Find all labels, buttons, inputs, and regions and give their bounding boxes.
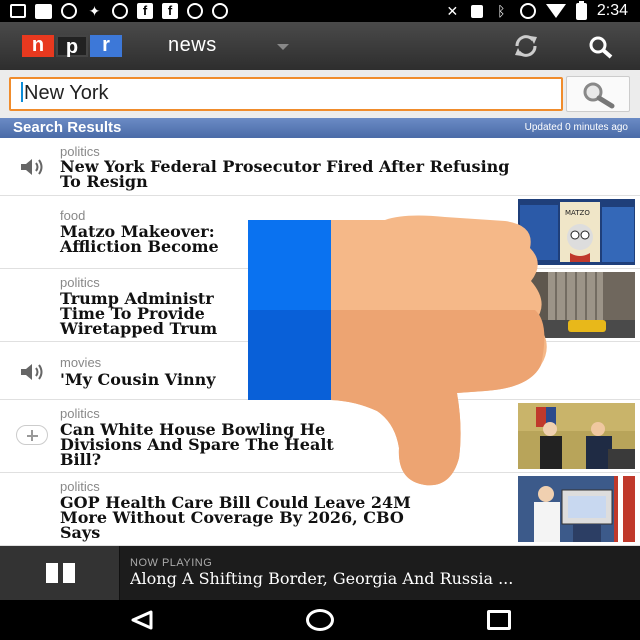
timer-icon [61,3,77,19]
now-playing-bar[interactable]: NOW PLAYING Along A Shifting Border, Geo… [0,546,640,600]
square-icon [35,3,52,19]
dropdown-icon[interactable] [277,44,289,50]
speaker-icon[interactable] [19,362,45,382]
podium-thumb [518,476,635,542]
now-playing-label: NOW PLAYING [130,557,213,569]
logo-letter-r: r [90,35,122,57]
magnifier-icon [583,82,615,109]
item-headline: Bill? [60,450,102,469]
search-row: New York [0,70,640,118]
logo-letter-n: n [22,35,54,57]
navigation-bar [0,600,640,640]
item-headline: To Resign [60,172,148,191]
clock: 2:34 [596,2,628,19]
search-icon[interactable] [588,35,614,59]
refresh-icon[interactable] [512,34,540,58]
nfc-icon: ✕ [446,2,459,19]
results-title: Search Results [13,119,122,136]
tower-thumb [518,272,635,338]
speaker-icon[interactable] [19,157,45,177]
item-headline: Affliction Become [60,237,219,256]
list-item[interactable]: politics Trump Administr Time To Provide… [0,269,640,342]
app-bar: n p r news [0,22,640,70]
back-icon[interactable] [130,610,154,630]
item-headline: 'My Cousin Vinny [60,370,216,389]
section-selector[interactable]: news [168,34,217,57]
info-icon [212,3,228,19]
wifi-icon [545,4,566,18]
item-category: movies [60,355,102,370]
now-playing-title[interactable]: Along A Shifting Border, Georgia And Rus… [130,569,630,588]
item-category: politics [60,479,100,494]
item-category: food [60,208,86,223]
smiley-icon [112,3,128,19]
search-input-value: New York [24,82,109,104]
alarm-icon [519,3,536,19]
facebook-icon: f [162,3,178,19]
recents-icon[interactable] [487,610,511,630]
pause-icon [63,563,75,583]
matzo-thumb: MATZO [518,199,635,265]
list-item[interactable]: food Matzo Makeover: Affliction Become M… [0,196,640,269]
pause-button[interactable] [0,546,120,600]
item-headline: Divisions And Spare The Healt [60,435,334,454]
white-house-thumb [518,403,635,469]
list-item[interactable]: politics Can White House Bowling He Divi… [0,400,640,473]
item-category: politics [60,275,100,290]
list-item[interactable]: politics New York Federal Prosecutor Fir… [0,138,640,196]
bluetooth-icon: ᛒ [497,2,506,19]
npr-logo[interactable]: n p r [22,35,122,57]
facebook-icon: f [137,3,153,19]
battery-icon [575,0,587,20]
item-headline: Says [60,523,101,542]
item-headline: More Without Coverage By 2026, CBO [60,508,404,527]
pause-icon [46,563,58,583]
lock-icon [470,4,483,18]
smiley-icon [187,3,203,19]
logo-letter-p: p [56,35,88,57]
add-icon[interactable] [16,425,48,445]
status-bar: ✦ f f ✕ ᛒ 2:34 [0,0,640,22]
updated-label: Updated 0 minutes ago [524,122,628,133]
home-icon[interactable] [306,609,334,631]
text-cursor [21,82,23,102]
results-header: Search Results Updated 0 minutes ago [0,118,640,138]
item-category: politics [60,406,100,421]
search-input[interactable]: New York [9,77,563,111]
svg-text:MATZO: MATZO [565,209,590,217]
list-item[interactable]: movies 'My Cousin Vinny [0,342,640,400]
search-button[interactable] [566,76,630,112]
list-item[interactable]: politics GOP Health Care Bill Could Leav… [0,473,640,546]
dots-icon [10,4,26,18]
item-headline: Wiretapped Trum [60,319,218,338]
wrench-icon: ✦ [88,2,101,19]
